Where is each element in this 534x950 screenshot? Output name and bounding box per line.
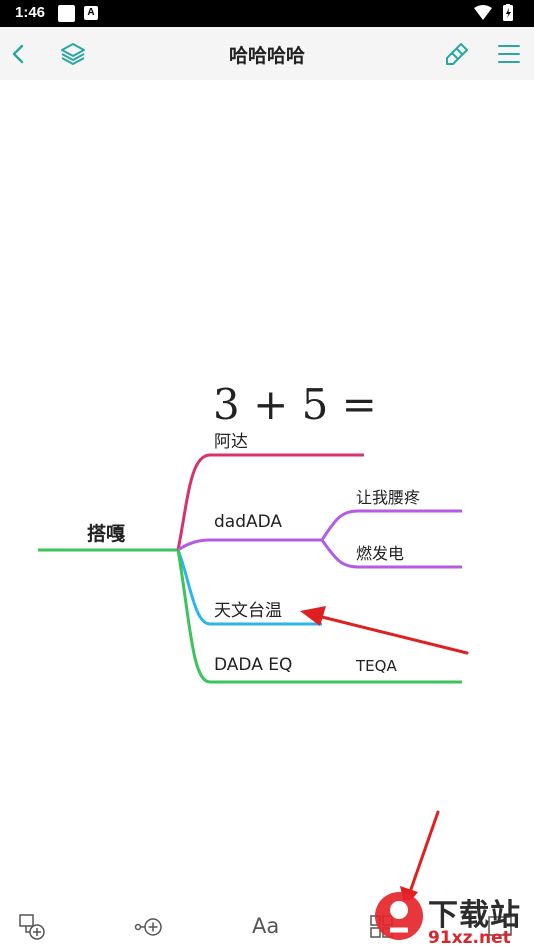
mindmap-lines — [38, 453, 469, 900]
add-sibling-node-icon[interactable] — [134, 914, 164, 940]
font-style-button[interactable]: Aa — [252, 914, 279, 938]
branch-line-1 — [176, 453, 364, 551]
top-toolbar: 哈哈哈哈 — [0, 27, 534, 80]
watermark-url: 91xz.net — [428, 928, 511, 948]
status-time: 1:46 — [15, 4, 46, 21]
add-child-node-icon[interactable] — [18, 914, 48, 940]
branch-node-1[interactable]: 阿达 — [214, 427, 248, 452]
watermark: 下载站 91xz.net — [362, 886, 534, 950]
branch-node-2-child-2[interactable]: 燃发电 — [356, 540, 404, 564]
branch-node-2[interactable]: dadADA — [214, 512, 282, 532]
annotation-arrow-1 — [316, 614, 469, 655]
formula-node[interactable]: 3 + 5 = — [213, 380, 377, 429]
brush-icon[interactable] — [444, 41, 470, 67]
branch-line-2a — [320, 509, 462, 541]
branch-node-2-child-1[interactable]: 让我腰疼 — [356, 484, 420, 508]
root-node[interactable]: 搭嘎 — [87, 519, 125, 546]
status-bar: 1:46 A — [0, 0, 534, 27]
annotation-arrow-2 — [408, 810, 440, 894]
menu-icon[interactable] — [496, 41, 522, 67]
system-icons — [474, 4, 513, 21]
branch-node-3[interactable]: 天文台温 — [214, 596, 282, 621]
branch-node-4[interactable]: DADA EQ — [214, 655, 292, 675]
notification-icon — [58, 5, 75, 22]
branch-line-2 — [177, 538, 322, 552]
mindmap-canvas[interactable]: 3 + 5 = 阿达 搭嘎 dadADA 让我腰疼 燃发电 天文台温 DADA … — [0, 80, 534, 900]
notification-badge: A — [87, 7, 95, 18]
branch-node-4-child[interactable]: TEQA — [356, 657, 397, 675]
wifi-icon — [474, 5, 492, 20]
